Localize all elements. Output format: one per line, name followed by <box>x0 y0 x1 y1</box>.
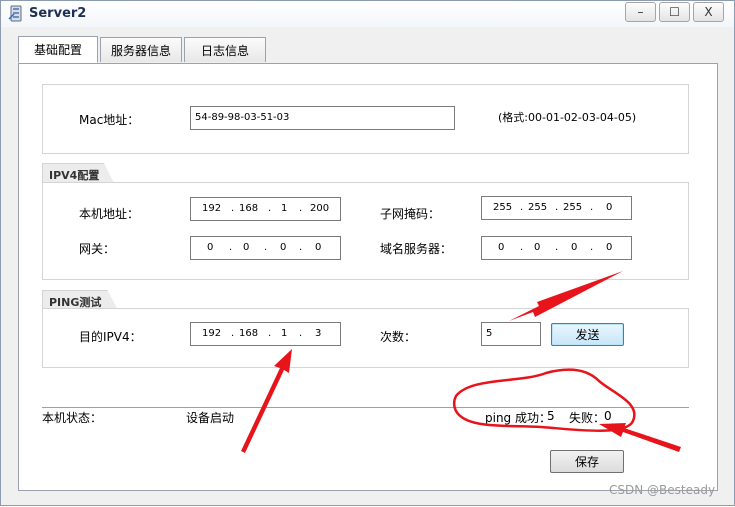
server2-window: Server2 – ☐ X 基础配置 服务器信息 日志信息 Mac地址： 54-… <box>0 0 735 506</box>
arrow-to-target-ip-icon <box>241 349 292 453</box>
circle-around-ping-result-icon <box>452 368 636 433</box>
csdn-watermark: CSDN @Besteady <box>609 483 716 497</box>
red-annotations <box>241 271 681 453</box>
arrow-to-fail-count-icon <box>599 423 681 452</box>
arrow-to-count-field-icon <box>509 271 623 321</box>
tab-basic-config[interactable]: 基础配置 <box>18 36 98 63</box>
